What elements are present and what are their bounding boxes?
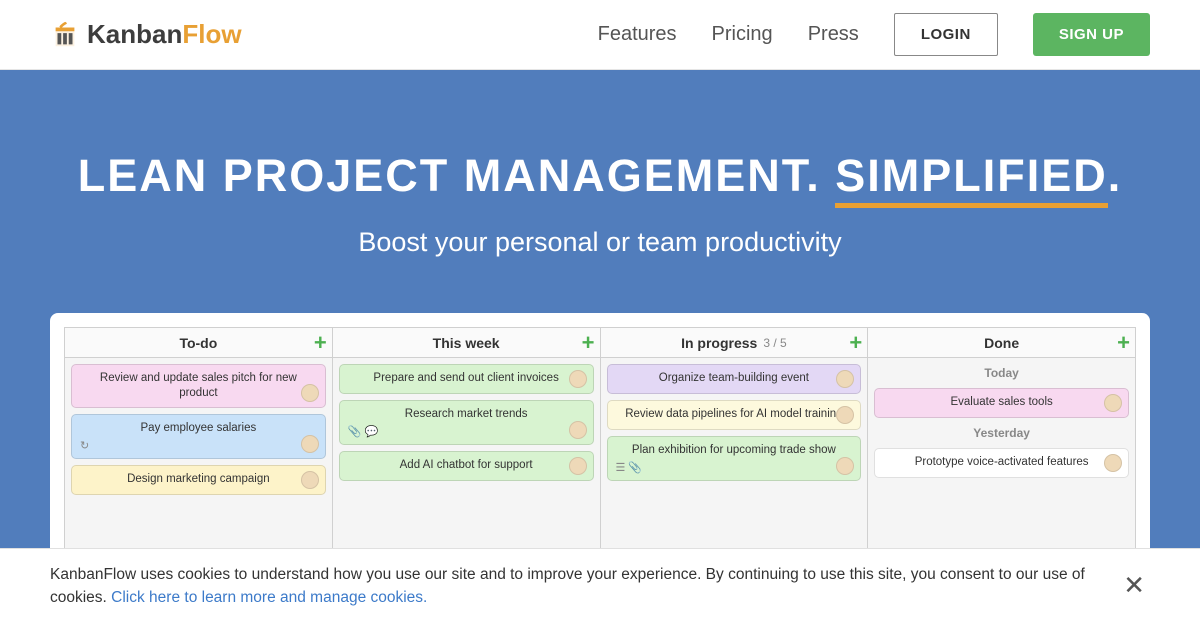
card[interactable]: Review and update sales pitch for new pr… bbox=[71, 364, 326, 408]
header: KanbanFlow Features Pricing Press LOGIN … bbox=[0, 0, 1200, 70]
card[interactable]: Plan exhibition for upcoming trade show☰… bbox=[607, 436, 862, 481]
avatar bbox=[569, 370, 587, 388]
column-done: Done + Today Evaluate sales tools Yester… bbox=[868, 328, 1135, 572]
card[interactable]: Organize team-building event bbox=[607, 364, 862, 394]
group-label: Yesterday bbox=[874, 424, 1129, 442]
card[interactable]: Review data pipelines for AI model train… bbox=[607, 400, 862, 430]
hero-subtitle: Boost your personal or team productivity bbox=[0, 227, 1200, 258]
logo-text: KanbanFlow bbox=[87, 19, 242, 50]
column-header: Done + bbox=[868, 328, 1135, 358]
nav-features[interactable]: Features bbox=[598, 23, 677, 46]
add-card-icon[interactable]: + bbox=[314, 332, 327, 354]
cookie-text: KanbanFlow uses cookies to understand ho… bbox=[50, 563, 1098, 610]
column-body: Review and update sales pitch for new pr… bbox=[65, 358, 332, 572]
avatar bbox=[301, 384, 319, 402]
group-label: Today bbox=[874, 364, 1129, 382]
column-header: This week + bbox=[333, 328, 600, 358]
card-meta: ↻ bbox=[80, 439, 317, 452]
card-meta: 📎 💬 bbox=[348, 425, 585, 438]
card[interactable]: Research market trends📎 💬 bbox=[339, 400, 594, 445]
logo[interactable]: KanbanFlow bbox=[50, 19, 242, 50]
avatar bbox=[301, 435, 319, 453]
column-header: In progress3 / 5 + bbox=[601, 328, 868, 358]
avatar bbox=[1104, 454, 1122, 472]
column-body: Prepare and send out client invoices Res… bbox=[333, 358, 600, 572]
board-frame: To-do + Review and update sales pitch fo… bbox=[50, 313, 1150, 573]
column-todo: To-do + Review and update sales pitch fo… bbox=[65, 328, 333, 572]
wip-count: 3 / 5 bbox=[763, 336, 786, 350]
kanbanflow-logo-icon bbox=[50, 20, 80, 50]
cookie-manage-link[interactable]: Click here to learn more and manage cook… bbox=[111, 589, 427, 606]
nav-press[interactable]: Press bbox=[808, 23, 859, 46]
card[interactable]: Pay employee salaries↻ bbox=[71, 414, 326, 459]
hero-title: LEAN PROJECT MANAGEMENT. SIMPLIFIED. bbox=[0, 150, 1200, 202]
avatar bbox=[1104, 394, 1122, 412]
login-button[interactable]: LOGIN bbox=[894, 13, 998, 56]
column-this-week: This week + Prepare and send out client … bbox=[333, 328, 601, 572]
column-body: Organize team-building event Review data… bbox=[601, 358, 868, 572]
hero: LEAN PROJECT MANAGEMENT. SIMPLIFIED. Boo… bbox=[0, 70, 1200, 560]
column-body: Today Evaluate sales tools Yesterday Pro… bbox=[868, 358, 1135, 572]
kanban-board: To-do + Review and update sales pitch fo… bbox=[64, 327, 1136, 573]
close-icon[interactable]: ✕ bbox=[1118, 565, 1150, 606]
add-card-icon[interactable]: + bbox=[582, 332, 595, 354]
avatar bbox=[301, 471, 319, 489]
add-card-icon[interactable]: + bbox=[1117, 332, 1130, 354]
nav-pricing[interactable]: Pricing bbox=[712, 23, 773, 46]
card-meta: ☰ 📎 bbox=[616, 461, 853, 474]
cookie-banner: KanbanFlow uses cookies to understand ho… bbox=[0, 548, 1200, 623]
card[interactable]: Prepare and send out client invoices bbox=[339, 364, 594, 394]
column-header: To-do + bbox=[65, 328, 332, 358]
avatar bbox=[569, 421, 587, 439]
card[interactable]: Add AI chatbot for support bbox=[339, 451, 594, 481]
avatar bbox=[569, 457, 587, 475]
nav: Features Pricing Press LOGIN SIGN UP bbox=[598, 13, 1150, 56]
card[interactable]: Design marketing campaign bbox=[71, 465, 326, 495]
signup-button[interactable]: SIGN UP bbox=[1033, 13, 1150, 56]
card[interactable]: Prototype voice-activated features bbox=[874, 448, 1129, 478]
column-in-progress: In progress3 / 5 + Organize team-buildin… bbox=[601, 328, 869, 572]
card[interactable]: Evaluate sales tools bbox=[874, 388, 1129, 418]
add-card-icon[interactable]: + bbox=[849, 332, 862, 354]
